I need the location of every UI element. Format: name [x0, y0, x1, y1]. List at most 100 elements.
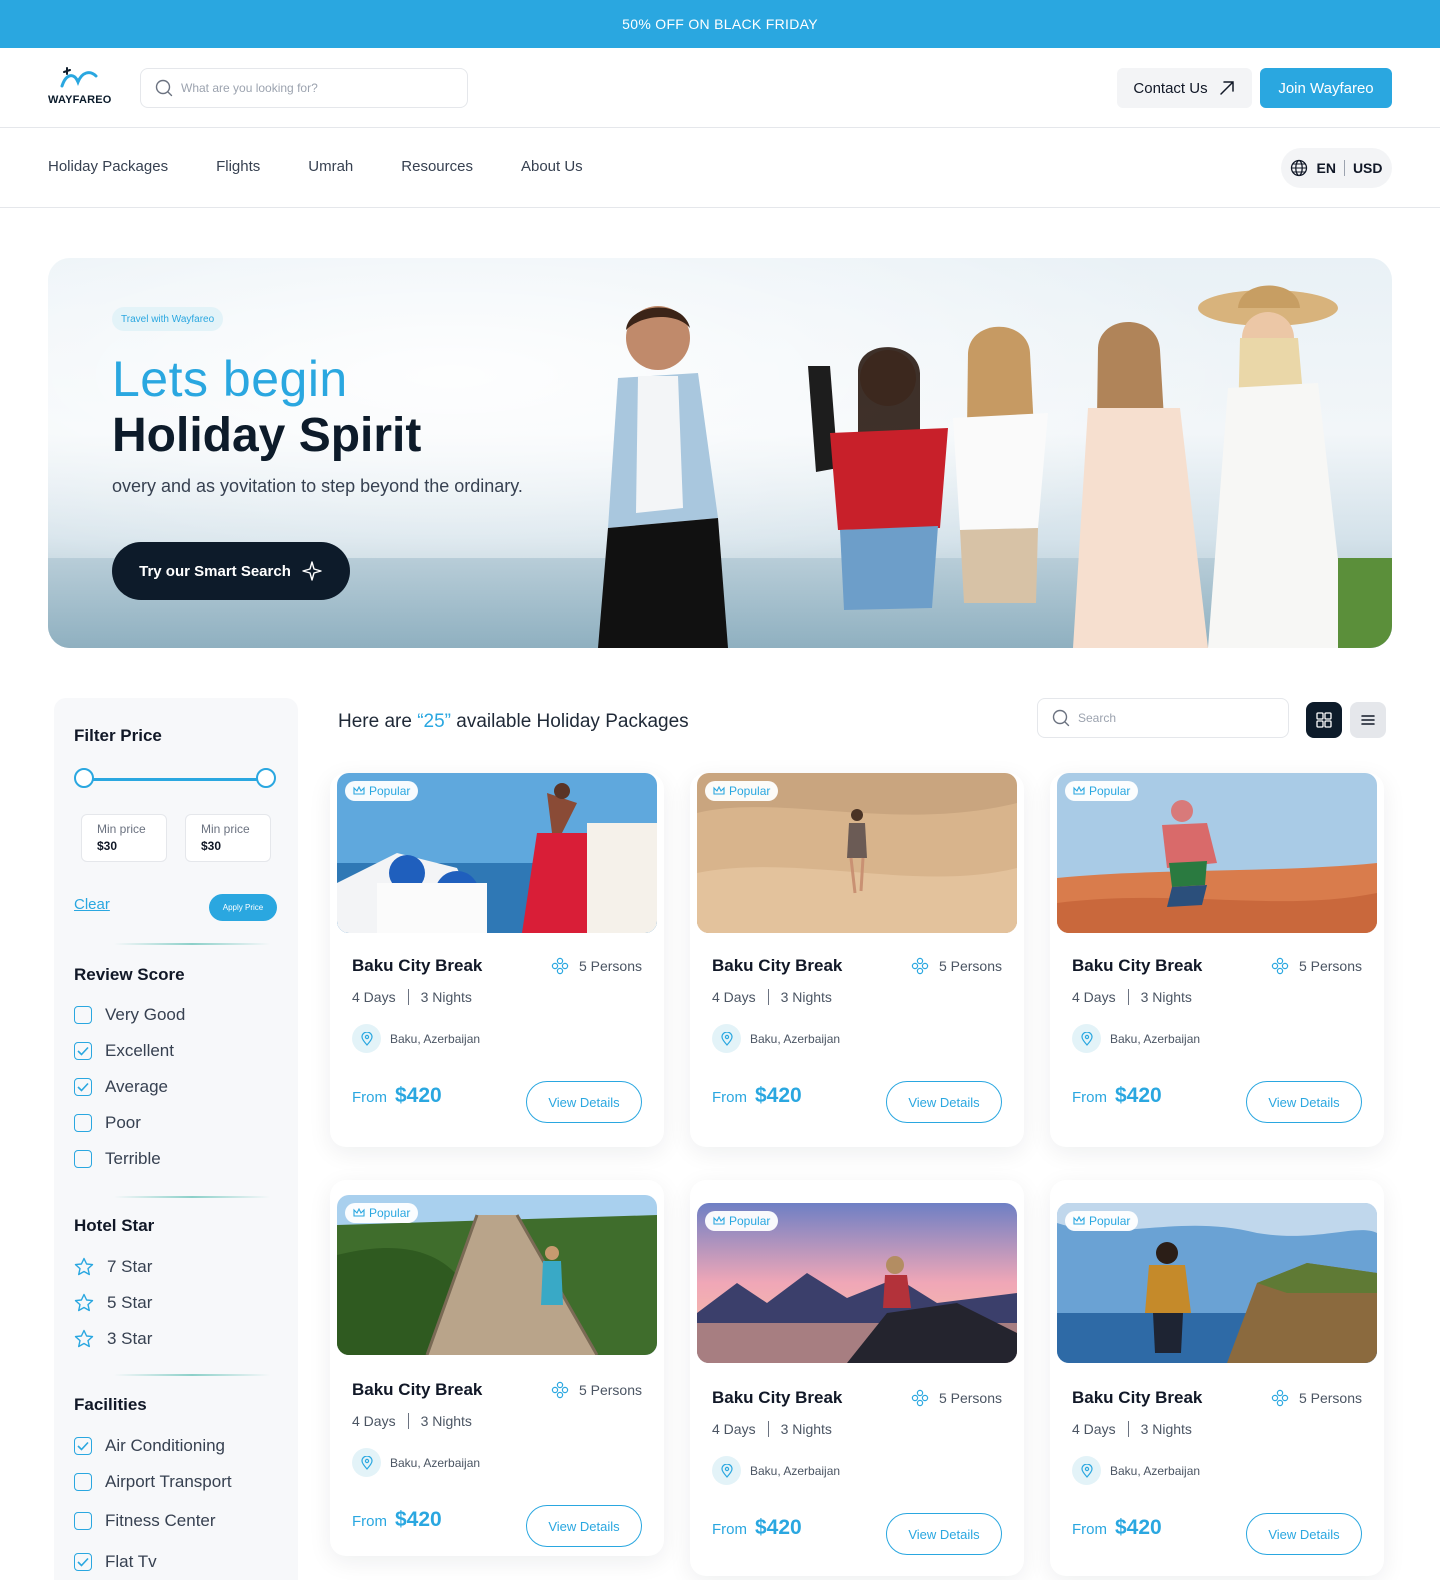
package-card[interactable]: Popular Baku City Break 5 Persons 4 Days… — [690, 773, 1024, 1147]
top-search-field[interactable] — [140, 68, 468, 108]
main-nav: Holiday Packages Flights Umrah Resources… — [0, 128, 1440, 208]
popular-badge: Popular — [345, 1203, 419, 1223]
price-from-label: From — [352, 1089, 387, 1106]
days-label: 4 Days — [712, 1421, 756, 1437]
map-pin-icon — [1072, 1024, 1101, 1053]
view-details-button[interactable]: View Details — [1246, 1081, 1362, 1123]
view-details-button[interactable]: View Details — [1246, 1513, 1362, 1555]
filter-sidebar: Filter Price Min price $30 Min price $30… — [54, 698, 298, 1580]
hero-subtitle: overy and as yovitation to step beyond t… — [112, 476, 523, 496]
facility-airport-transport[interactable]: Airport Transport — [74, 1472, 232, 1492]
nav-item-umrah[interactable]: Umrah — [308, 158, 353, 175]
hotel-star-7[interactable]: 7 Star — [74, 1257, 152, 1277]
checkbox-icon[interactable] — [74, 1512, 92, 1530]
checkbox-icon[interactable] — [74, 1006, 92, 1024]
checkbox-icon[interactable] — [74, 1150, 92, 1168]
listing-search-input[interactable] — [1078, 711, 1268, 725]
review-option-label: Average — [105, 1077, 169, 1096]
nights-label: 3 Nights — [1140, 1421, 1192, 1437]
max-price-field[interactable]: Min price $30 — [185, 814, 271, 862]
popular-badge-label: Popular — [729, 1214, 771, 1228]
package-image[interactable]: Popular — [337, 1195, 657, 1355]
logo[interactable]: WAYFAREO — [48, 66, 112, 110]
persons-label: 5 Persons — [938, 958, 1002, 974]
view-details-button[interactable]: View Details — [886, 1081, 1002, 1123]
review-option-label: Poor — [105, 1113, 141, 1132]
package-price: From $420 — [352, 1084, 442, 1108]
package-card[interactable]: Popular Baku City Break 5 Persons 4 Days… — [330, 1180, 664, 1556]
package-image[interactable]: Popular — [697, 1203, 1017, 1363]
review-option-terrible[interactable]: Terrible — [74, 1149, 161, 1169]
list-view-button[interactable] — [1350, 702, 1386, 738]
package-persons: 5 Persons — [551, 957, 642, 975]
price-slider-track[interactable] — [82, 778, 268, 781]
contact-us-button[interactable]: Contact Us — [1117, 68, 1252, 108]
apply-price-button[interactable]: Apply Price — [209, 894, 277, 921]
grid-view-button[interactable] — [1306, 702, 1342, 738]
days-label: 4 Days — [1072, 989, 1116, 1005]
star-icon[interactable] — [74, 1293, 94, 1313]
package-image[interactable]: Popular — [1057, 1203, 1377, 1363]
smart-search-label: Try our Smart Search — [139, 562, 291, 580]
hotel-star-3[interactable]: 3 Star — [74, 1329, 152, 1349]
view-details-button[interactable]: View Details — [526, 1505, 642, 1547]
package-image[interactable]: Popular — [337, 773, 657, 933]
review-option-excellent[interactable]: Excellent — [74, 1041, 174, 1061]
facility-air-conditioning[interactable]: Air Conditioning — [74, 1436, 225, 1456]
clear-price-link[interactable]: Clear — [74, 896, 110, 913]
min-price-field[interactable]: Min price $30 — [81, 814, 167, 862]
star-icon[interactable] — [74, 1329, 94, 1349]
nav-item-resources[interactable]: Resources — [401, 158, 473, 175]
hotel-star-5[interactable]: 5 Star — [74, 1293, 152, 1313]
checkbox-icon[interactable] — [74, 1114, 92, 1132]
package-persons: 5 Persons — [911, 957, 1002, 975]
review-option-poor[interactable]: Poor — [74, 1113, 141, 1133]
promo-banner[interactable]: 50% OFF ON BLACK FRIDAY — [0, 0, 1440, 48]
package-card[interactable]: Popular Baku City Break 5 Persons 4 Days… — [1050, 1180, 1384, 1576]
package-persons: 5 Persons — [551, 1381, 642, 1399]
view-details-button[interactable]: View Details — [526, 1081, 642, 1123]
star-icon[interactable] — [74, 1257, 94, 1277]
nav-item-flights[interactable]: Flights — [216, 158, 260, 175]
popular-badge-label: Popular — [369, 1206, 411, 1220]
facility-fitness-center[interactable]: Fitness Center — [74, 1511, 216, 1531]
persons-label: 5 Persons — [1298, 958, 1362, 974]
nav-links: Holiday Packages Flights Umrah Resources… — [48, 158, 583, 175]
price-slider-max-handle[interactable] — [256, 768, 276, 788]
nav-item-holiday-packages[interactable]: Holiday Packages — [48, 158, 168, 175]
top-search-input[interactable] — [181, 81, 451, 95]
price-slider-min-handle[interactable] — [74, 768, 94, 788]
language-currency-selector[interactable]: EN USD — [1281, 148, 1392, 188]
divider — [407, 1413, 409, 1429]
package-card[interactable]: Popular Baku City Break 5 Persons 4 Days… — [1050, 773, 1384, 1147]
review-option-very-good[interactable]: Very Good — [74, 1005, 185, 1025]
package-persons: 5 Persons — [911, 1389, 1002, 1407]
popular-badge: Popular — [1065, 781, 1139, 801]
package-image[interactable]: Popular — [697, 773, 1017, 933]
facility-flat-tv[interactable]: Flat Tv — [74, 1552, 157, 1572]
checkbox-checked-icon[interactable] — [74, 1078, 92, 1096]
join-button[interactable]: Join Wayfareo — [1260, 68, 1392, 108]
listing-heading-suffix: available Holiday Packages — [451, 711, 689, 732]
package-image[interactable]: Popular — [1057, 773, 1377, 933]
hotel-star-label: 5 Star — [107, 1293, 153, 1312]
hero-headline-line1: Lets begin — [112, 351, 348, 407]
review-option-average[interactable]: Average — [74, 1077, 168, 1097]
package-title: Baku City Break — [352, 956, 483, 975]
map-pin-icon — [1072, 1456, 1101, 1485]
smart-search-button[interactable]: Try our Smart Search — [112, 542, 350, 600]
view-details-button[interactable]: View Details — [886, 1513, 1002, 1555]
checkbox-checked-icon[interactable] — [74, 1437, 92, 1455]
package-card[interactable]: Popular Baku City Break 5 Persons 4 Days… — [330, 773, 664, 1147]
checkbox-checked-icon[interactable] — [74, 1042, 92, 1060]
map-pin-icon — [712, 1456, 741, 1485]
min-price-label: Min price — [97, 822, 146, 836]
listing-search-field[interactable] — [1037, 698, 1289, 738]
checkbox-icon[interactable] — [74, 1473, 92, 1491]
max-price-label: Min price — [201, 822, 250, 836]
checkbox-checked-icon[interactable] — [74, 1553, 92, 1571]
nav-item-about-us[interactable]: About Us — [521, 158, 583, 175]
package-card[interactable]: Popular Baku City Break 5 Persons 4 Days… — [690, 1180, 1024, 1576]
divider — [114, 1196, 270, 1198]
persons-label: 5 Persons — [938, 1390, 1002, 1406]
